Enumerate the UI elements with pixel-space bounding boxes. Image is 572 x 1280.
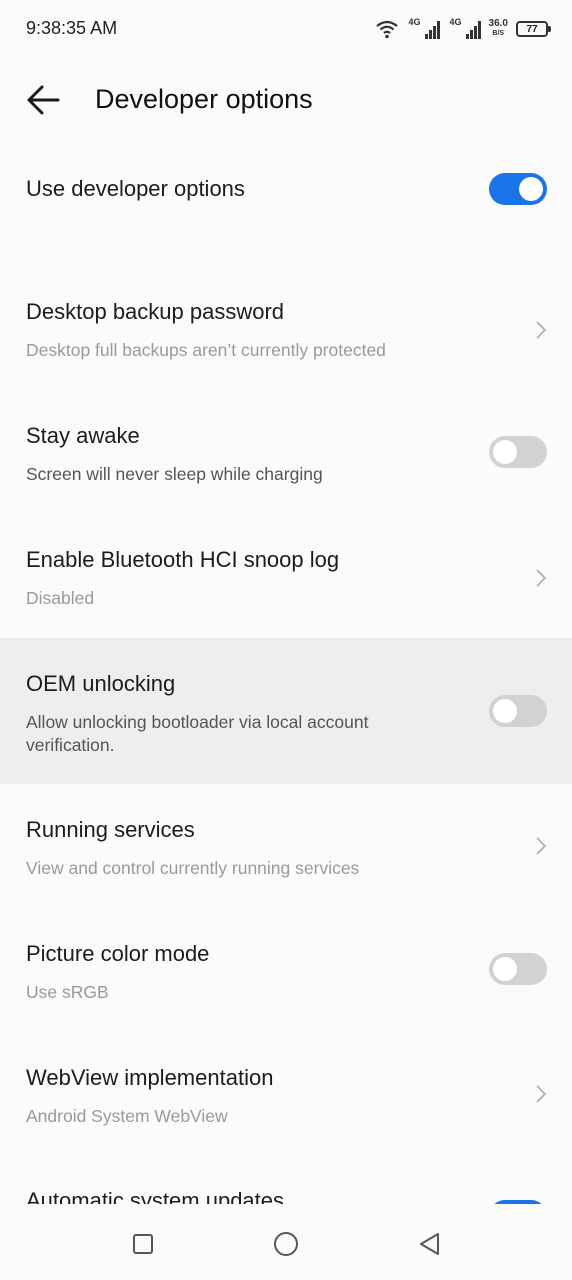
developer-options-toggle[interactable] (489, 173, 547, 205)
status-bar: 9:38:35 AM 4G 4G 36.0 B/S 77 (0, 0, 572, 58)
network-type-label: 4G (408, 17, 421, 27)
picture-color-mode-toggle[interactable] (489, 953, 547, 985)
chevron-right-icon (536, 837, 547, 855)
setting-subtitle: Desktop full backups aren’t currently pr… (26, 340, 386, 360)
stay-awake-toggle[interactable] (489, 436, 547, 468)
setting-webview-implementation[interactable]: WebView implementation Android System We… (0, 1036, 572, 1156)
square-icon[interactable] (123, 1224, 163, 1264)
navigation-bar (0, 1204, 572, 1280)
app-header: Developer options (0, 70, 572, 130)
setting-title: Automatic system updates (26, 1188, 285, 1204)
setting-subtitle: Use sRGB (26, 982, 109, 1002)
setting-subtitle: Android System WebView (26, 1106, 228, 1126)
setting-title: Enable Bluetooth HCI snoop log (26, 547, 340, 572)
oem-unlocking-toggle[interactable] (489, 695, 547, 727)
signal-icon: 4G (409, 17, 440, 39)
setting-subtitle: Allow unlocking bootloader via local acc… (26, 712, 369, 755)
page-title: Developer options (95, 84, 313, 114)
setting-picture-color-mode[interactable]: Picture color mode Use sRGB (0, 912, 572, 1032)
triangle-back-icon[interactable] (409, 1224, 449, 1264)
signal-icon: 4G (450, 17, 481, 39)
back-arrow-icon[interactable] (22, 82, 66, 118)
setting-title: Running services (26, 817, 195, 842)
status-icons: 4G 4G 36.0 B/S 77 (375, 14, 551, 44)
setting-title: WebView implementation (26, 1065, 274, 1090)
chevron-right-icon (536, 321, 547, 339)
setting-bluetooth-hci-snoop-log[interactable]: Enable Bluetooth HCI snoop log Disabled (0, 518, 572, 638)
chevron-right-icon (536, 569, 547, 587)
setting-subtitle: Disabled (26, 588, 95, 608)
setting-automatic-system-updates[interactable]: Automatic system updates (0, 1160, 572, 1204)
setting-subtitle: View and control currently running servi… (26, 858, 360, 878)
setting-title: OEM unlocking (26, 671, 176, 696)
network-type-label: 4G (449, 17, 462, 27)
setting-title: Use developer options (26, 176, 245, 201)
setting-desktop-backup-password[interactable]: Desktop backup password Desktop full bac… (0, 270, 572, 390)
setting-running-services[interactable]: Running services View and control curren… (0, 788, 572, 908)
battery-icon: 77 (516, 21, 551, 37)
setting-title: Picture color mode (26, 941, 210, 966)
setting-title: Stay awake (26, 423, 140, 448)
setting-use-developer-options[interactable]: Use developer options (0, 150, 572, 230)
setting-subtitle: Screen will never sleep while charging (26, 464, 323, 484)
circle-icon[interactable] (266, 1224, 306, 1264)
battery-level: 77 (526, 23, 538, 35)
network-speed: 36.0 B/S (489, 19, 508, 39)
setting-title: Desktop backup password (26, 299, 285, 324)
chevron-right-icon (536, 1085, 547, 1103)
wifi-icon (375, 20, 398, 39)
setting-stay-awake[interactable]: Stay awake Screen will never sleep while… (0, 394, 572, 514)
setting-oem-unlocking[interactable]: OEM unlocking Allow unlocking bootloader… (0, 638, 572, 784)
status-time: 9:38:35 AM (26, 18, 118, 38)
network-speed-value: 36.0 (488, 18, 508, 29)
network-speed-unit: B/S (492, 30, 505, 37)
